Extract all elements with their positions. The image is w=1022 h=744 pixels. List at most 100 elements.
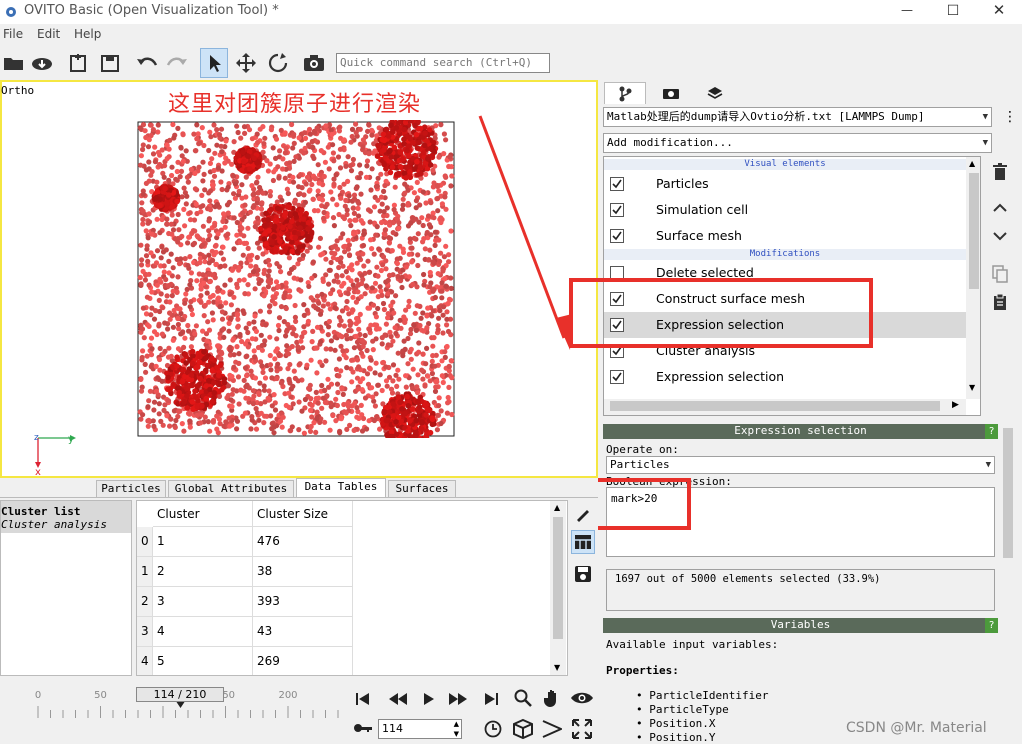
tab-overlays[interactable] <box>694 82 736 104</box>
undo-icon[interactable] <box>133 49 161 77</box>
table-cell[interactable]: 3 <box>153 587 253 617</box>
zoom-icon[interactable] <box>514 689 532 707</box>
goto-start-icon[interactable] <box>356 692 370 706</box>
data-table[interactable]: Cluster Identifier Cluster Size 0 1 476 … <box>136 500 568 676</box>
viewport-annotation: 这里对团簇原子进行渲染 <box>168 92 422 117</box>
pipeline-item-surface-mesh[interactable]: Surface mesh <box>604 223 966 249</box>
table-cell[interactable]: 43 <box>253 617 353 647</box>
zoom-scene-extents-icon[interactable] <box>512 718 534 740</box>
operate-on-select[interactable]: Particles ▼ <box>606 456 995 474</box>
play-icon[interactable] <box>423 692 435 706</box>
checkbox-simulation-cell[interactable] <box>610 203 624 217</box>
table-vertical-scrollbar[interactable]: ▲ ▼ <box>550 501 566 675</box>
property-name: ParticleType <box>649 703 729 716</box>
pipeline-item-simulation-cell[interactable]: Simulation cell <box>604 197 966 223</box>
scroll-thumb[interactable] <box>553 517 563 639</box>
viewport-caption[interactable]: Ortho <box>1 84 34 97</box>
pipeline-item-particles[interactable]: Particles <box>604 171 966 197</box>
cloud-download-icon[interactable] <box>28 49 56 77</box>
menu-file[interactable]: File <box>3 27 23 41</box>
edit-pen-icon[interactable] <box>571 502 595 526</box>
table-cell[interactable]: 38 <box>253 557 353 587</box>
pipeline-source-select[interactable]: Matlab处理后的dump请导入Ovtio分析.txt [LAMMPS Dum… <box>603 107 992 127</box>
annotation-arrow <box>478 115 572 350</box>
key-icon[interactable] <box>353 722 373 734</box>
scroll-up-icon[interactable]: ▲ <box>969 159 975 168</box>
tab-render[interactable] <box>650 82 692 104</box>
pipeline-item-label: Expression selection <box>656 369 785 384</box>
help-icon[interactable]: ? <box>985 424 998 439</box>
animation-timeline[interactable]: 050100150200 114 / 210 <box>0 682 346 744</box>
table-cell[interactable]: 393 <box>253 587 353 617</box>
frame-spinner-input[interactable]: 114 ▲ ▼ <box>378 719 462 739</box>
pipeline-item-expression-selection-2[interactable]: Expression selection <box>604 364 966 390</box>
tab-data-tables[interactable]: Data Tables <box>296 478 386 498</box>
command-search-input[interactable]: Quick command search (Ctrl+Q) <box>336 53 550 73</box>
tab-particles[interactable]: Particles <box>96 480 166 497</box>
table-cell[interactable]: 1 <box>153 527 253 557</box>
table-list-item-selected[interactable]: Cluster list Cluster analysis <box>1 501 131 533</box>
column-header[interactable]: Cluster Identifier <box>153 501 253 547</box>
layers-icon <box>707 87 723 99</box>
minimize-button[interactable]: — <box>884 0 930 24</box>
new-file-icon[interactable] <box>64 49 92 77</box>
redo-icon[interactable] <box>163 49 191 77</box>
clipboard-icon[interactable] <box>988 290 1012 314</box>
save-data-icon[interactable] <box>571 562 595 586</box>
help-icon[interactable]: ? <box>985 618 998 633</box>
menu-help[interactable]: Help <box>74 27 101 41</box>
camera-render-icon[interactable] <box>300 49 328 77</box>
tab-global-attributes[interactable]: Global Attributes <box>168 480 294 497</box>
move-up-icon[interactable] <box>988 196 1012 220</box>
maximize-button[interactable]: ☐ <box>930 0 976 24</box>
checkbox-expression-selection-2[interactable] <box>610 370 624 384</box>
table-cell[interactable]: 2 <box>153 557 253 587</box>
time-slider-thumb[interactable]: 114 / 210 <box>136 687 224 702</box>
copy-icon[interactable] <box>988 262 1012 286</box>
open-folder-icon[interactable] <box>0 49 28 77</box>
previous-frame-icon[interactable] <box>388 692 408 706</box>
delete-icon[interactable] <box>988 160 1012 184</box>
clock-icon[interactable] <box>484 720 502 738</box>
scroll-down-icon[interactable]: ▼ <box>969 383 975 392</box>
table-list[interactable]: Cluster list Cluster analysis <box>0 500 132 676</box>
table-cell[interactable]: 4 <box>153 617 253 647</box>
viewport[interactable]: Ortho 这里对团簇原子进行渲染 z y x <box>0 80 598 478</box>
scroll-thumb[interactable] <box>969 173 979 289</box>
scroll-thumb[interactable] <box>1003 428 1013 558</box>
column-header[interactable]: Cluster Size <box>253 501 353 527</box>
operate-on-label: Operate on: <box>606 443 679 456</box>
save-session-icon[interactable] <box>96 49 124 77</box>
more-options-icon[interactable]: ⋮ <box>1003 108 1017 126</box>
orbit-mode-icon[interactable] <box>264 49 292 77</box>
pan-mode-icon[interactable] <box>232 49 260 77</box>
scroll-thumb[interactable] <box>610 401 940 411</box>
tab-surfaces[interactable]: Surfaces <box>388 480 456 497</box>
table-view-icon[interactable] <box>571 530 595 554</box>
table-cell[interactable]: 5 <box>153 647 253 675</box>
goto-end-icon[interactable] <box>484 692 498 706</box>
maximize-viewport-icon[interactable] <box>572 719 592 739</box>
next-frame-icon[interactable] <box>448 692 468 706</box>
spinner-arrows-icon[interactable]: ▲ ▼ <box>454 719 459 739</box>
pipeline-horizontal-scrollbar[interactable]: ▶ <box>604 399 966 415</box>
scroll-right-icon[interactable]: ▶ <box>952 400 959 410</box>
move-down-icon[interactable] <box>988 224 1012 248</box>
checkbox-particles[interactable] <box>610 177 624 191</box>
table-cell[interactable]: 269 <box>253 647 353 675</box>
hand-pan-icon[interactable] <box>544 688 564 708</box>
close-button[interactable]: ✕ <box>976 0 1022 24</box>
add-modification-select[interactable]: Add modification... ▼ <box>603 133 992 153</box>
operate-on-value: Particles <box>610 458 670 471</box>
tab-pipeline[interactable] <box>604 82 646 104</box>
checkbox-surface-mesh[interactable] <box>610 229 624 243</box>
menu-edit[interactable]: Edit <box>37 27 60 41</box>
fov-icon[interactable] <box>542 720 562 738</box>
expression-panel-scrollbar[interactable] <box>1000 424 1016 614</box>
pipeline-vertical-scrollbar[interactable]: ▲ ▼ <box>966 157 980 399</box>
scroll-down-icon[interactable]: ▼ <box>554 663 560 672</box>
selection-mode-icon[interactable] <box>200 48 228 78</box>
scroll-up-icon[interactable]: ▲ <box>554 503 560 512</box>
table-cell[interactable]: 476 <box>253 527 353 557</box>
eye-view-icon[interactable] <box>570 691 594 705</box>
